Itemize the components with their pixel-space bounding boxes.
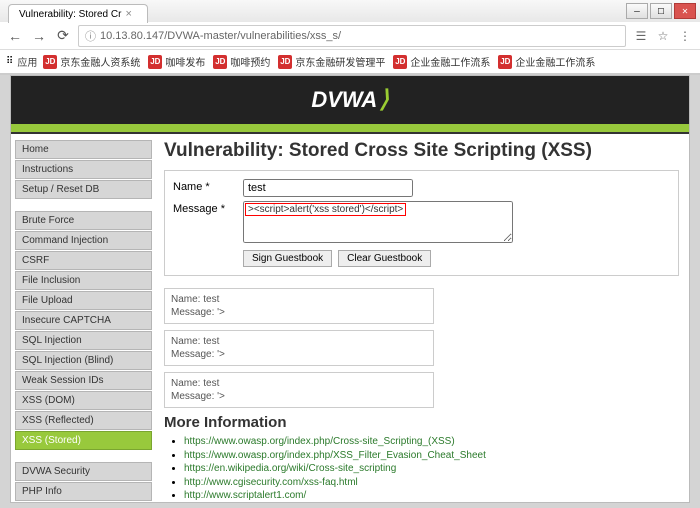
menu-group-1: Home Instructions Setup / Reset DB (15, 140, 152, 199)
translate-icon[interactable]: ☰ (632, 27, 650, 45)
jd-icon: JD (148, 55, 162, 69)
sidebar-item-sqli-blind[interactable]: SQL Injection (Blind) (15, 351, 152, 370)
back-button[interactable]: ← (6, 27, 24, 45)
guestbook-form: Name * Message * ><script>alert('xss sto… (164, 170, 679, 276)
star-icon[interactable]: ☆ (654, 27, 672, 45)
menu-icon[interactable]: ⋮ (676, 27, 694, 45)
sidebar: Home Instructions Setup / Reset DB Brute… (11, 134, 156, 500)
info-link[interactable]: http://www.scriptalert1.com/ (184, 490, 306, 500)
entry-message: Message: '> (171, 348, 427, 361)
menu-group-2: Brute Force Command Injection CSRF File … (15, 211, 152, 450)
sidebar-item-bruteforce[interactable]: Brute Force (15, 211, 152, 230)
info-link[interactable]: http://www.cgisecurity.com/xss-faq.html (184, 477, 358, 488)
logo-arc-icon: ⟩ (379, 88, 388, 112)
menu-group-3: DVWA Security PHP Info (15, 462, 152, 501)
entry-name: Name: test (171, 335, 427, 348)
bookmark-item[interactable]: JD企业金融工作流系 (391, 54, 492, 69)
entry-name: Name: test (171, 293, 427, 306)
sidebar-item-xss-reflected[interactable]: XSS (Reflected) (15, 411, 152, 430)
sidebar-item-home[interactable]: Home (15, 140, 152, 159)
guestbook-entry: Name: test Message: '> (164, 330, 434, 366)
dvwa-logo: DVWA⟩ (11, 76, 689, 124)
info-link[interactable]: https://www.owasp.org/index.php/Cross-si… (184, 436, 455, 447)
bookmark-item[interactable]: JD京东金融人资系统 (41, 54, 142, 69)
sidebar-item-weak-session[interactable]: Weak Session IDs (15, 371, 152, 390)
clear-guestbook-button[interactable]: Clear Guestbook (338, 250, 431, 267)
page-title: Vulnerability: Stored Cross Site Scripti… (164, 140, 679, 162)
bookmark-item[interactable]: JD京东金融研发管理平 (276, 54, 387, 69)
sidebar-item-sqli[interactable]: SQL Injection (15, 331, 152, 350)
bookmarks-bar: ⠿ 应用 JD京东金融人资系统 JD咖啡发布 JD咖啡预约 JD京东金融研发管理… (0, 50, 700, 74)
url-bar[interactable]: ⓘ 10.13.80.147/DVWA-master/vulnerabiliti… (78, 25, 626, 47)
sidebar-item-xss-dom[interactable]: XSS (DOM) (15, 391, 152, 410)
sidebar-item-command-injection[interactable]: Command Injection (15, 231, 152, 250)
bookmark-item[interactable]: JD咖啡发布 (146, 54, 207, 69)
bookmark-item[interactable]: JD咖啡预约 (211, 54, 272, 69)
sign-guestbook-button[interactable]: Sign Guestbook (243, 250, 332, 267)
forward-button[interactable]: → (30, 27, 48, 45)
minimize-button[interactable]: ─ (626, 3, 648, 19)
sidebar-item-file-upload[interactable]: File Upload (15, 291, 152, 310)
jd-icon: JD (278, 55, 292, 69)
name-label: Name * (173, 179, 243, 193)
entry-name: Name: test (171, 377, 427, 390)
window-titlebar: Vulnerability: Stored Cr × ─ ☐ ✕ (0, 0, 700, 22)
info-links: https://www.owasp.org/index.php/Cross-si… (164, 435, 679, 500)
entry-message: Message: '> (171, 390, 427, 403)
apps-icon[interactable]: ⠿ (6, 56, 13, 67)
sidebar-item-csrf[interactable]: CSRF (15, 251, 152, 270)
info-link[interactable]: https://www.owasp.org/index.php/XSS_Filt… (184, 450, 486, 461)
more-info-heading: More Information (164, 414, 679, 431)
header-divider (11, 124, 689, 134)
sidebar-item-captcha[interactable]: Insecure CAPTCHA (15, 311, 152, 330)
close-button[interactable]: ✕ (674, 3, 696, 19)
sidebar-item-xss-stored[interactable]: XSS (Stored) (15, 431, 152, 450)
entry-message: Message: '> (171, 306, 427, 319)
jd-icon: JD (393, 55, 407, 69)
info-link[interactable]: https://en.wikipedia.org/wiki/Cross-site… (184, 463, 396, 474)
jd-icon: JD (498, 55, 512, 69)
sidebar-item-phpinfo[interactable]: PHP Info (15, 482, 152, 501)
close-icon[interactable]: × (125, 8, 131, 20)
tab-title: Vulnerability: Stored Cr (19, 9, 121, 20)
name-input[interactable] (243, 179, 413, 197)
jd-icon: JD (213, 55, 227, 69)
main-content: Vulnerability: Stored Cross Site Scripti… (156, 134, 689, 500)
bookmark-item[interactable]: JD企业金融工作流系 (496, 54, 597, 69)
sidebar-item-security[interactable]: DVWA Security (15, 462, 152, 481)
browser-tab[interactable]: Vulnerability: Stored Cr × (8, 4, 148, 23)
guestbook-entry: Name: test Message: '> (164, 288, 434, 324)
sidebar-item-setup[interactable]: Setup / Reset DB (15, 180, 152, 199)
guestbook-entry: Name: test Message: '> (164, 372, 434, 408)
message-label: Message * (173, 201, 243, 215)
url-text: 10.13.80.147/DVWA-master/vulnerabilities… (100, 30, 341, 42)
maximize-button[interactable]: ☐ (650, 3, 672, 19)
page-content: DVWA⟩ Home Instructions Setup / Reset DB… (10, 75, 690, 503)
reload-button[interactable]: ⟳ (54, 27, 72, 45)
sidebar-item-instructions[interactable]: Instructions (15, 160, 152, 179)
message-textarea[interactable] (243, 201, 513, 243)
sidebar-item-file-inclusion[interactable]: File Inclusion (15, 271, 152, 290)
jd-icon: JD (43, 55, 57, 69)
site-info-icon[interactable]: ⓘ (85, 28, 96, 44)
apps-label[interactable]: 应用 (17, 54, 37, 69)
